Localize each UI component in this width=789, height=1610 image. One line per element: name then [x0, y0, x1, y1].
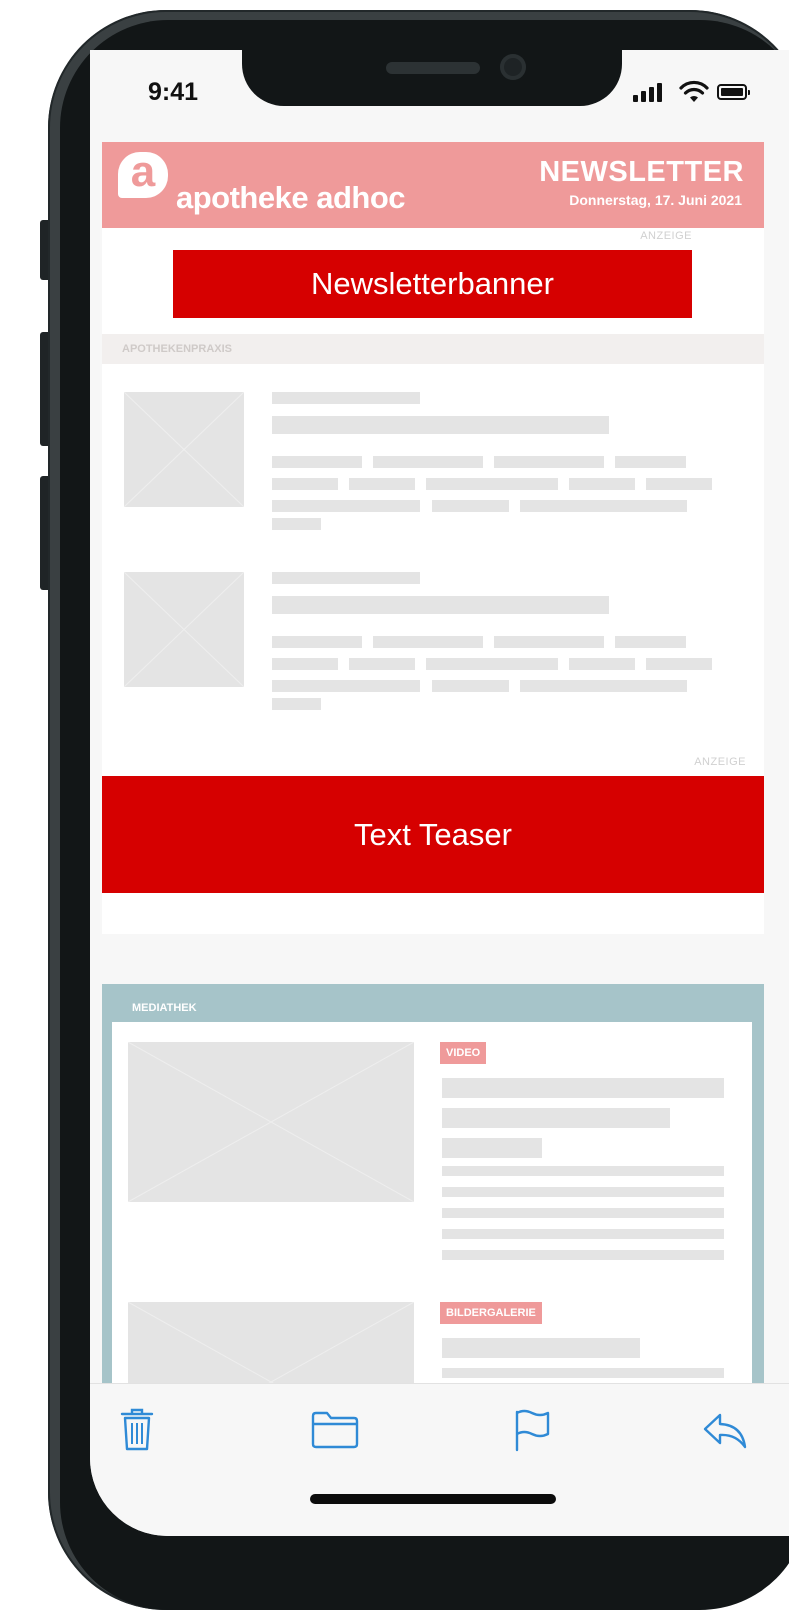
article-text-placeholder	[373, 636, 483, 648]
ad-label: ANZEIGE	[640, 230, 692, 242]
article-kicker-placeholder	[272, 392, 420, 404]
home-indicator[interactable]	[310, 1494, 556, 1504]
gallery-tag: BILDERGALERIE	[440, 1302, 542, 1324]
ad-label: ANZEIGE	[694, 756, 746, 768]
article-text-placeholder	[272, 636, 362, 648]
article-title-placeholder	[272, 596, 609, 614]
logo-icon: a	[118, 150, 168, 198]
articles-block: ANZEIGE Text Teaser	[102, 364, 764, 934]
folder-icon[interactable]	[310, 1410, 360, 1450]
section-label-mediathek: MEDIATHEK	[132, 1002, 197, 1014]
media-text-placeholder	[442, 1229, 724, 1239]
article-text-placeholder	[646, 658, 712, 670]
email-content: a apotheke adhoc NEWSLETTER Donnerstag, …	[102, 142, 764, 1482]
article-text-placeholder	[432, 500, 509, 512]
article-text-placeholder	[272, 456, 362, 468]
article-item[interactable]	[102, 392, 764, 542]
article-kicker-placeholder	[272, 572, 420, 584]
flag-icon[interactable]	[512, 1408, 552, 1452]
reply-icon[interactable]	[702, 1412, 748, 1450]
article-text-placeholder	[615, 456, 686, 468]
article-text-placeholder	[426, 478, 558, 490]
phone-screen: 9:41 a apotheke adhoc NEWSLETTER Donners…	[90, 50, 789, 1536]
article-text-placeholder	[272, 658, 338, 670]
article-text-placeholder	[272, 518, 321, 530]
article-text-placeholder	[272, 680, 420, 692]
article-text-placeholder	[432, 680, 509, 692]
article-thumbnail	[124, 392, 244, 507]
newsletter-date: Donnerstag, 17. Juni 2021	[569, 192, 742, 208]
article-text-placeholder	[272, 698, 321, 710]
newsletter-banner[interactable]: Newsletterbanner	[173, 250, 692, 318]
article-text-placeholder	[569, 658, 635, 670]
text-teaser-ad[interactable]: Text Teaser	[102, 776, 764, 893]
media-title-placeholder	[442, 1138, 542, 1158]
article-text-placeholder	[373, 456, 483, 468]
media-text-placeholder	[442, 1368, 724, 1378]
media-text-placeholder	[442, 1208, 724, 1218]
media-text-placeholder	[442, 1187, 724, 1197]
banner-ad-block: ANZEIGE Newsletterbanner	[102, 228, 764, 334]
article-text-placeholder	[520, 680, 687, 692]
media-title-placeholder	[442, 1338, 640, 1358]
article-text-placeholder	[272, 478, 338, 490]
article-text-placeholder	[349, 478, 415, 490]
trash-icon[interactable]	[118, 1406, 156, 1452]
logo-text: apotheke adhoc	[176, 180, 406, 215]
article-text-placeholder	[569, 478, 635, 490]
article-text-placeholder	[272, 500, 420, 512]
article-text-placeholder	[426, 658, 558, 670]
media-text-placeholder	[442, 1166, 724, 1176]
section-label-apothekenpraxis: APOTHEKENPRAXIS	[102, 334, 764, 364]
video-thumbnail[interactable]	[127, 1041, 415, 1203]
newsletter-title: NEWSLETTER	[539, 156, 744, 188]
article-text-placeholder	[646, 478, 712, 490]
article-text-placeholder	[494, 456, 604, 468]
article-title-placeholder	[272, 416, 609, 434]
media-title-placeholder	[442, 1108, 670, 1128]
article-text-placeholder	[349, 658, 415, 670]
article-text-placeholder	[494, 636, 604, 648]
battery-icon	[717, 84, 750, 100]
front-camera	[500, 54, 526, 80]
speaker	[386, 62, 480, 74]
notch	[242, 50, 622, 106]
article-text-placeholder	[615, 636, 686, 648]
status-time: 9:41	[148, 78, 199, 106]
video-tag: VIDEO	[440, 1042, 487, 1064]
newsletter-header: a apotheke adhoc NEWSLETTER Donnerstag, …	[102, 142, 764, 228]
mail-toolbar	[90, 1383, 789, 1536]
media-title-placeholder	[442, 1078, 724, 1098]
article-text-placeholder	[520, 500, 687, 512]
status-icons	[633, 80, 753, 106]
media-text-placeholder	[442, 1250, 724, 1260]
wifi-icon	[679, 80, 709, 102]
article-item[interactable]	[102, 572, 764, 722]
article-thumbnail	[124, 572, 244, 687]
